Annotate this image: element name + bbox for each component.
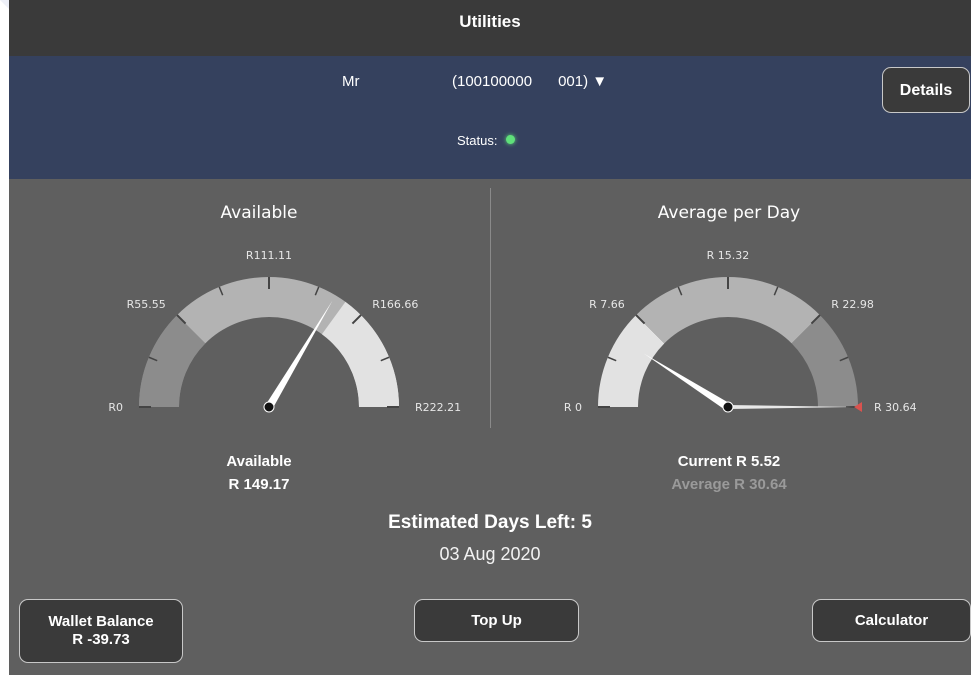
average-tick-label-0: R 0: [564, 401, 582, 414]
account-holder-name: Mr: [342, 73, 360, 90]
estimated-days-left: Estimated Days Left: 5: [388, 512, 592, 533]
average-info: Current R 5.52 Average R 30.64: [629, 453, 829, 493]
available-gauge: R0 R55.55 R111.11 R166.66 R222.21: [108, 249, 461, 414]
available-info-label: Available: [226, 453, 292, 470]
available-info: Available R 149.17: [159, 453, 359, 493]
calculator-button[interactable]: Calculator: [812, 599, 971, 642]
average-tick-label-2: R 15.32: [707, 249, 750, 262]
average-rate: Average R 30.64: [671, 476, 787, 493]
average-gauge: R 0 R 7.66 R 15.32 R 22.98 R 30.64: [564, 249, 917, 414]
top-up-button[interactable]: Top Up: [414, 599, 579, 642]
account-selector[interactable]: (100100000 001) ▼: [452, 73, 607, 90]
status-label: Status:: [457, 133, 498, 148]
account-number: (100100000: [452, 73, 533, 90]
available-gauge-title: Available: [220, 203, 298, 223]
page-title: Utilities: [459, 12, 521, 31]
account-bar: Mr (100100000 001) ▼ Status: Details: [9, 56, 971, 179]
account-number-suffix: 001) ▼: [558, 73, 608, 90]
status-indicator-icon: [506, 135, 516, 145]
available-pivot: [263, 401, 275, 413]
available-info-value: R 149.17: [228, 476, 290, 493]
current-rate: Current R 5.52: [677, 453, 781, 470]
available-tick-label-2: R111.11: [246, 249, 292, 262]
available-tick-label-3: R166.66: [372, 298, 418, 311]
available-tick-label-1: R55.55: [127, 298, 166, 311]
available-tick-label-0: R0: [108, 401, 123, 414]
wallet-balance-value: R -39.73: [72, 631, 130, 648]
estimate: Estimated Days Left: 5 03 Aug 2020: [9, 512, 971, 565]
wallet-balance-button[interactable]: Wallet Balance R -39.73: [19, 599, 183, 663]
average-tick-label-1: R 7.66: [589, 298, 625, 311]
utilities-app: Utilities Mr (100100000 001) ▼ Status: De…: [9, 0, 971, 675]
available-tick-label-4: R222.21: [415, 401, 461, 414]
average-gauge-title: Average per Day: [657, 203, 801, 223]
gauge-divider: [490, 188, 491, 428]
details-button[interactable]: Details: [882, 67, 970, 113]
average-tick-label-4: R 30.64: [874, 401, 917, 414]
status: Status:: [457, 133, 516, 148]
average-pivot: [722, 401, 734, 413]
average-tick-label-3: R 22.98: [831, 298, 874, 311]
estimated-date: 03 Aug 2020: [439, 544, 541, 564]
average-needle-current: [643, 353, 731, 411]
wallet-balance-label: Wallet Balance: [48, 613, 154, 630]
title-bar: Utilities: [9, 0, 971, 56]
